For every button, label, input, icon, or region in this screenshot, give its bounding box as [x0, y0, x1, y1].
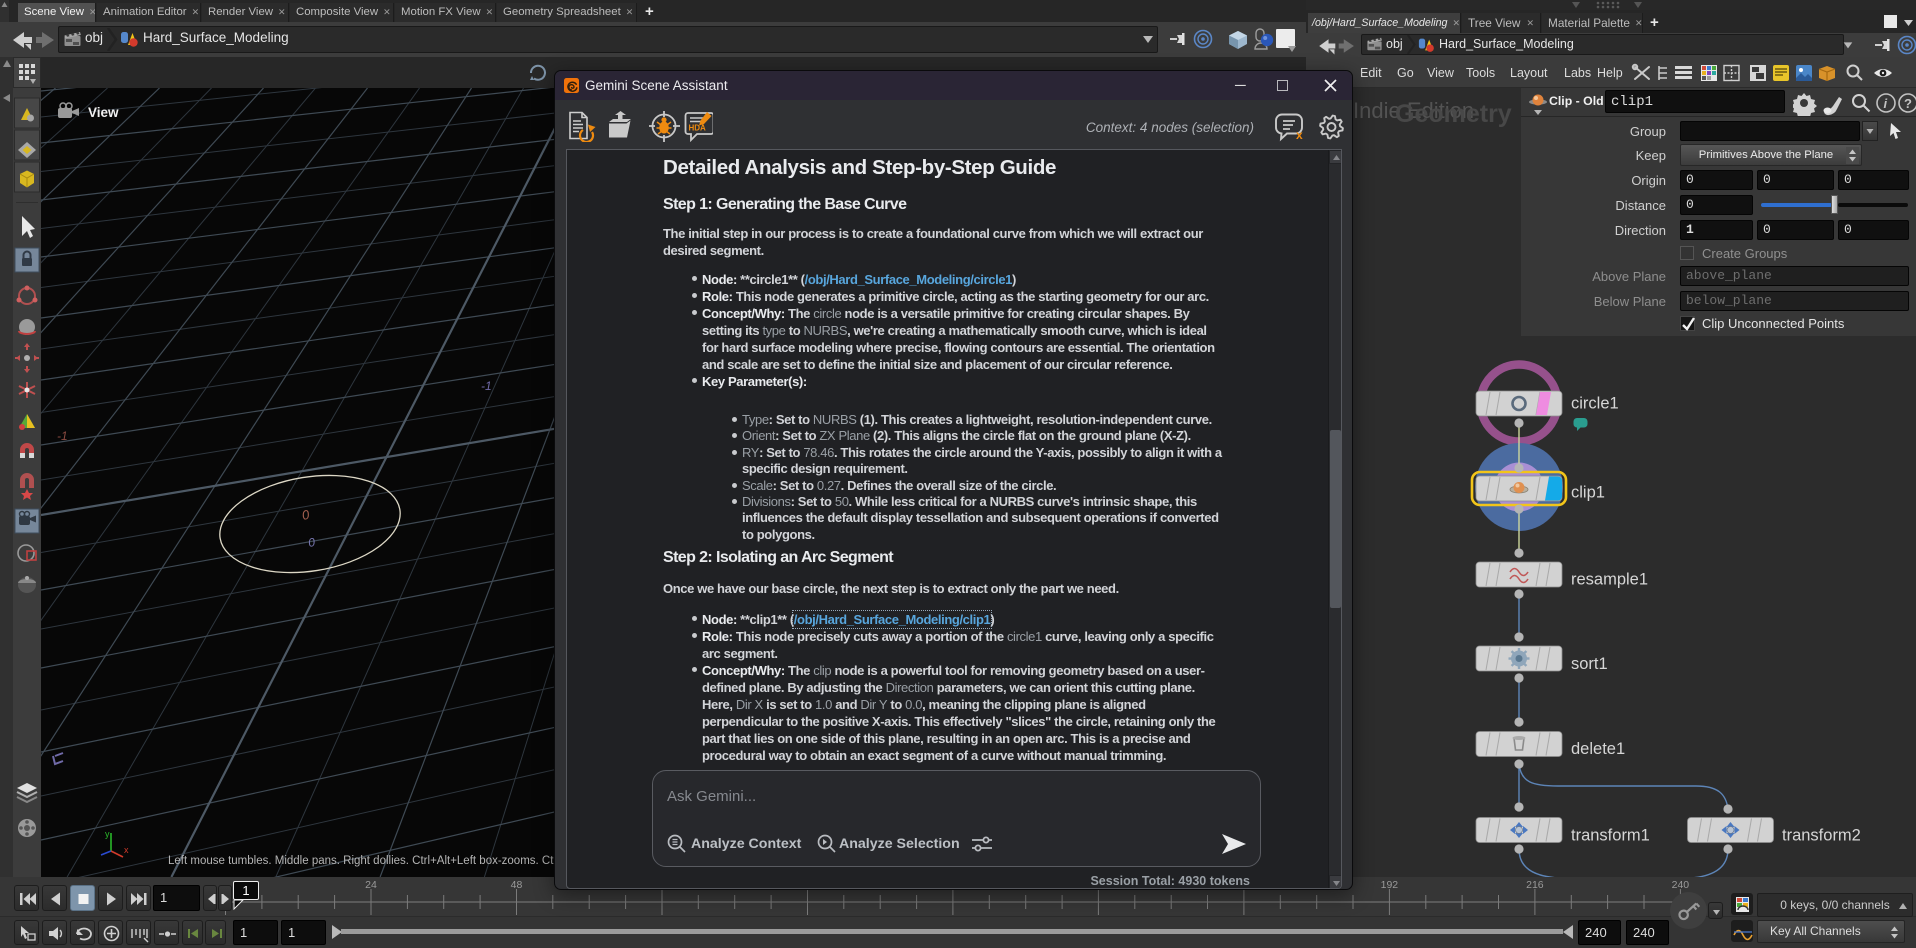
svg-text:-1: -1	[481, 379, 492, 393]
svg-text:48: 48	[511, 879, 523, 891]
svg-text:0: 0	[301, 507, 312, 523]
svg-text:x: x	[124, 845, 129, 855]
svg-text:0: 0	[307, 535, 316, 550]
svg-text:resample1: resample1	[1571, 571, 1648, 589]
svg-text:240: 240	[1672, 879, 1690, 891]
svg-text:?: ?	[1904, 96, 1912, 111]
svg-text:HDA: HDA	[689, 124, 707, 133]
svg-text:sort1: sort1	[1571, 655, 1608, 673]
svg-text:192: 192	[1381, 879, 1399, 891]
svg-text:circle1: circle1	[1571, 395, 1619, 413]
svg-text:y: y	[105, 829, 110, 839]
svg-text:x: x	[1296, 128, 1303, 142]
svg-text:-1: -1	[57, 429, 68, 443]
svg-text:transform2: transform2	[1782, 827, 1861, 845]
svg-text:delete1: delete1	[1571, 740, 1625, 758]
svg-text:216: 216	[1526, 879, 1544, 891]
svg-text:i: i	[1884, 96, 1888, 111]
svg-text:24: 24	[365, 879, 377, 891]
svg-text:clip1: clip1	[1571, 484, 1605, 502]
svg-text:transform1: transform1	[1571, 827, 1650, 845]
